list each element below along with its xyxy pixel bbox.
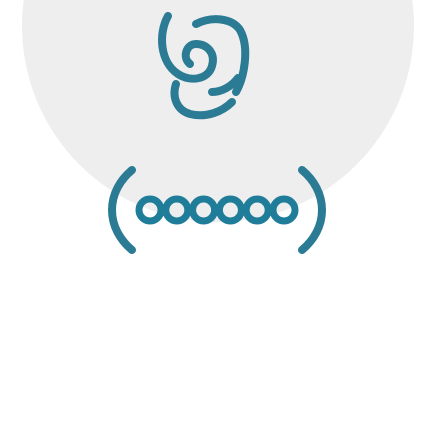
- password-field-icon: [107, 166, 327, 254]
- password-field-left-bracket: [107, 166, 136, 254]
- illustration: [0, 0, 436, 428]
- password-dot: [135, 195, 165, 225]
- user-head-outline: [158, 12, 217, 83]
- password-dot: [242, 195, 272, 225]
- password-dots: [135, 195, 299, 225]
- user-avatar-icon: [158, 12, 250, 120]
- user-password-icon: [107, 12, 327, 254]
- password-field-right-bracket: [298, 166, 327, 254]
- password-dot: [189, 195, 219, 225]
- password-dot: [269, 195, 299, 225]
- password-dot: [215, 195, 245, 225]
- password-dot: [162, 195, 192, 225]
